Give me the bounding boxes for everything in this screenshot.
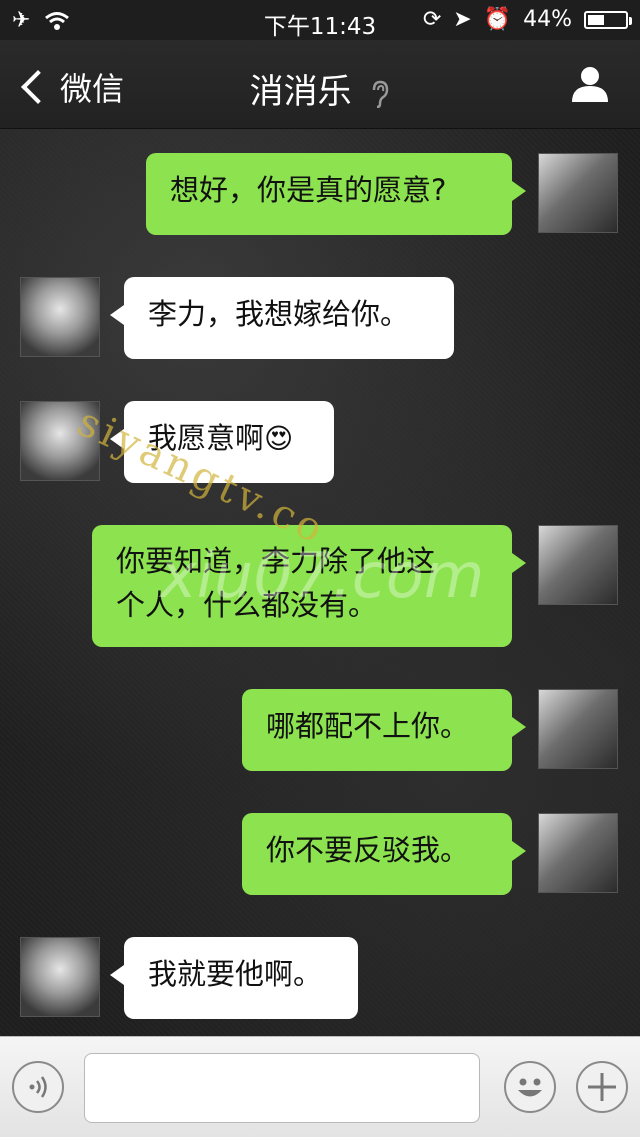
message-bubble[interactable]: 李力，我想嫁给你。 — [124, 277, 454, 359]
emoji-icon — [518, 1078, 542, 1097]
message-text: 李力，我想嫁给你。 — [148, 297, 410, 331]
bubble-tail — [512, 181, 526, 201]
voice-icon — [29, 1076, 47, 1098]
avatar-me[interactable] — [538, 525, 618, 605]
avatar-other[interactable] — [20, 277, 100, 357]
ear-icon — [373, 80, 389, 108]
message-text: 我就要他啊。 — [148, 957, 323, 991]
battery-icon — [584, 10, 632, 29]
input-bar — [0, 1036, 640, 1137]
message-bubble[interactable]: 哪都配不上你。 — [242, 689, 512, 771]
chat-area[interactable]: 想好，你是真的愿意? 李力，我想嫁给你。 我愿意啊😍 你要知道，李力除了他这 个… — [0, 129, 640, 1036]
bubble-tail — [512, 841, 526, 861]
status-right: ⟳ ➤ ⏰ 44% — [422, 7, 632, 32]
battery-fill — [588, 14, 604, 25]
bubble-tail — [512, 553, 526, 573]
chat-title: 消消乐 — [249, 72, 352, 112]
message-text: 你不要反驳我。 — [266, 833, 470, 867]
watermark: xiu07.com — [160, 539, 485, 612]
avatar-me[interactable] — [538, 153, 618, 233]
nav-bar: 微信 消消乐 — [0, 40, 640, 129]
avatar-other[interactable] — [20, 937, 100, 1017]
message-text: 想好，你是真的愿意? — [170, 173, 447, 207]
bubble-tail — [110, 305, 124, 325]
chat-title-wrap: 消消乐 — [0, 64, 640, 113]
profile-icon[interactable] — [570, 64, 610, 104]
rotation-lock-icon: ⟳ — [422, 7, 442, 32]
bubble-tail — [110, 965, 124, 985]
emoji-heart-eyes: 😍 — [264, 422, 294, 455]
voice-button[interactable] — [12, 1061, 64, 1113]
avatar-me[interactable] — [538, 813, 618, 893]
plus-button[interactable] — [576, 1061, 628, 1113]
message-bubble[interactable]: 你不要反驳我。 — [242, 813, 512, 895]
message-text: 哪都配不上你。 — [266, 709, 470, 743]
alarm-icon: ⏰ — [483, 7, 512, 32]
location-icon: ➤ — [453, 7, 472, 32]
message-bubble[interactable]: 我就要他啊。 — [124, 937, 358, 1019]
plus-icon — [588, 1073, 616, 1101]
status-bar: ✈ 下午11:43 ⟳ ➤ ⏰ 44% — [0, 0, 640, 40]
message-bubble[interactable]: 想好，你是真的愿意? — [146, 153, 512, 235]
avatar-me[interactable] — [538, 689, 618, 769]
message-input[interactable] — [84, 1053, 480, 1123]
battery-percent: 44% — [523, 7, 572, 32]
emoji-button[interactable] — [504, 1061, 556, 1113]
bubble-tail — [512, 717, 526, 737]
